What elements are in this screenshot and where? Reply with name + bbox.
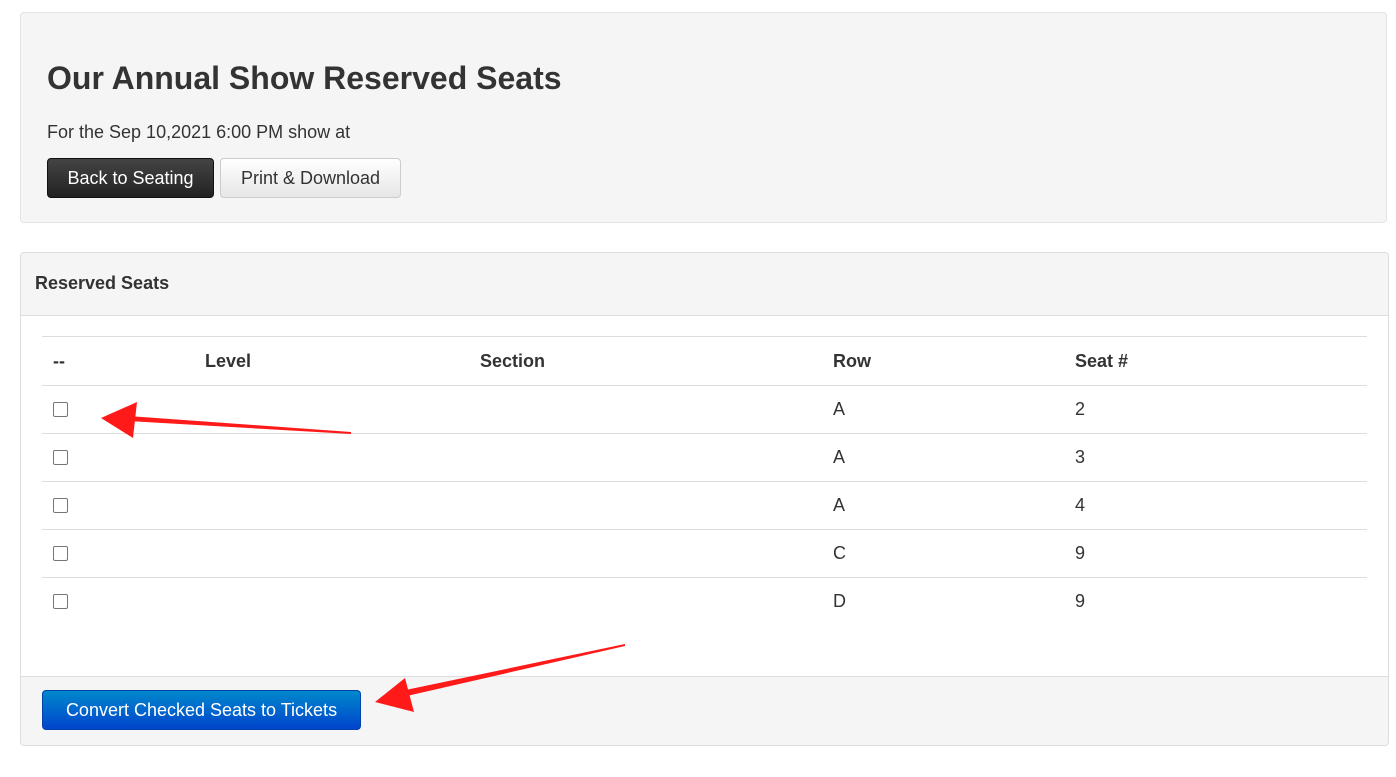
select-cell [42, 385, 194, 434]
reserved-seats-panel: Reserved Seats -- Level Section Row Seat… [20, 252, 1389, 746]
show-header: Our Annual Show Reserved Seats For the S… [20, 12, 1387, 223]
seat-cell: 2 [1064, 385, 1367, 434]
level-cell [194, 385, 469, 434]
level-cell [194, 578, 469, 626]
column-header-section: Section [469, 336, 822, 386]
convert-seats-button[interactable]: Convert Checked Seats to Tickets [42, 690, 361, 730]
section-cell [469, 578, 822, 626]
section-cell [469, 385, 822, 434]
panel-footer: Convert Checked Seats to Tickets [21, 676, 1388, 745]
level-cell [194, 481, 469, 530]
column-header-row: Row [822, 336, 1064, 386]
page-title: Our Annual Show Reserved Seats [47, 60, 562, 96]
seat-checkbox[interactable] [53, 545, 68, 561]
seat-cell: 9 [1064, 529, 1367, 578]
select-cell [42, 481, 194, 530]
table-row: A 4 [42, 481, 1367, 530]
column-header-level: Level [194, 336, 469, 386]
select-cell [42, 578, 194, 626]
level-cell [194, 529, 469, 578]
seat-cell: 4 [1064, 481, 1367, 530]
row-cell: A [822, 385, 1064, 434]
select-cell [42, 433, 194, 482]
level-cell [194, 433, 469, 482]
section-cell [469, 433, 822, 482]
table-row: D 9 [42, 578, 1367, 626]
table-row: C 9 [42, 529, 1367, 578]
select-cell [42, 529, 194, 578]
section-cell [469, 529, 822, 578]
table-row: A 3 [42, 433, 1367, 482]
panel-title: Reserved Seats [35, 273, 170, 293]
seat-checkbox[interactable] [53, 401, 68, 417]
seat-checkbox[interactable] [53, 449, 68, 465]
row-cell: D [833, 591, 846, 612]
row-cell: A [822, 481, 1064, 530]
back-to-seating-button[interactable]: Back to Seating [47, 158, 214, 198]
table-header-row: -- Level Section Row Seat # [42, 336, 1367, 386]
row-cell: A [822, 433, 1064, 482]
section-cell [469, 481, 822, 530]
panel-heading: Reserved Seats [21, 253, 1388, 316]
show-subtitle: For the Sep 10,2021 6:00 PM show at [47, 122, 351, 142]
table-row: A 2 [42, 385, 1367, 434]
column-header-seat: Seat # [1064, 336, 1367, 386]
row-cell: C [822, 529, 1064, 578]
reserved-seats-table: -- Level Section Row Seat # A 2 A 3 A 4 … [42, 336, 1367, 626]
seat-checkbox[interactable] [53, 497, 68, 513]
print-download-button[interactable]: Print & Download [220, 158, 401, 198]
seat-cell: 3 [1064, 433, 1367, 482]
column-header-select: -- [42, 336, 194, 386]
seat-checkbox[interactable] [53, 593, 68, 609]
seat-cell: 9 [1075, 591, 1086, 612]
